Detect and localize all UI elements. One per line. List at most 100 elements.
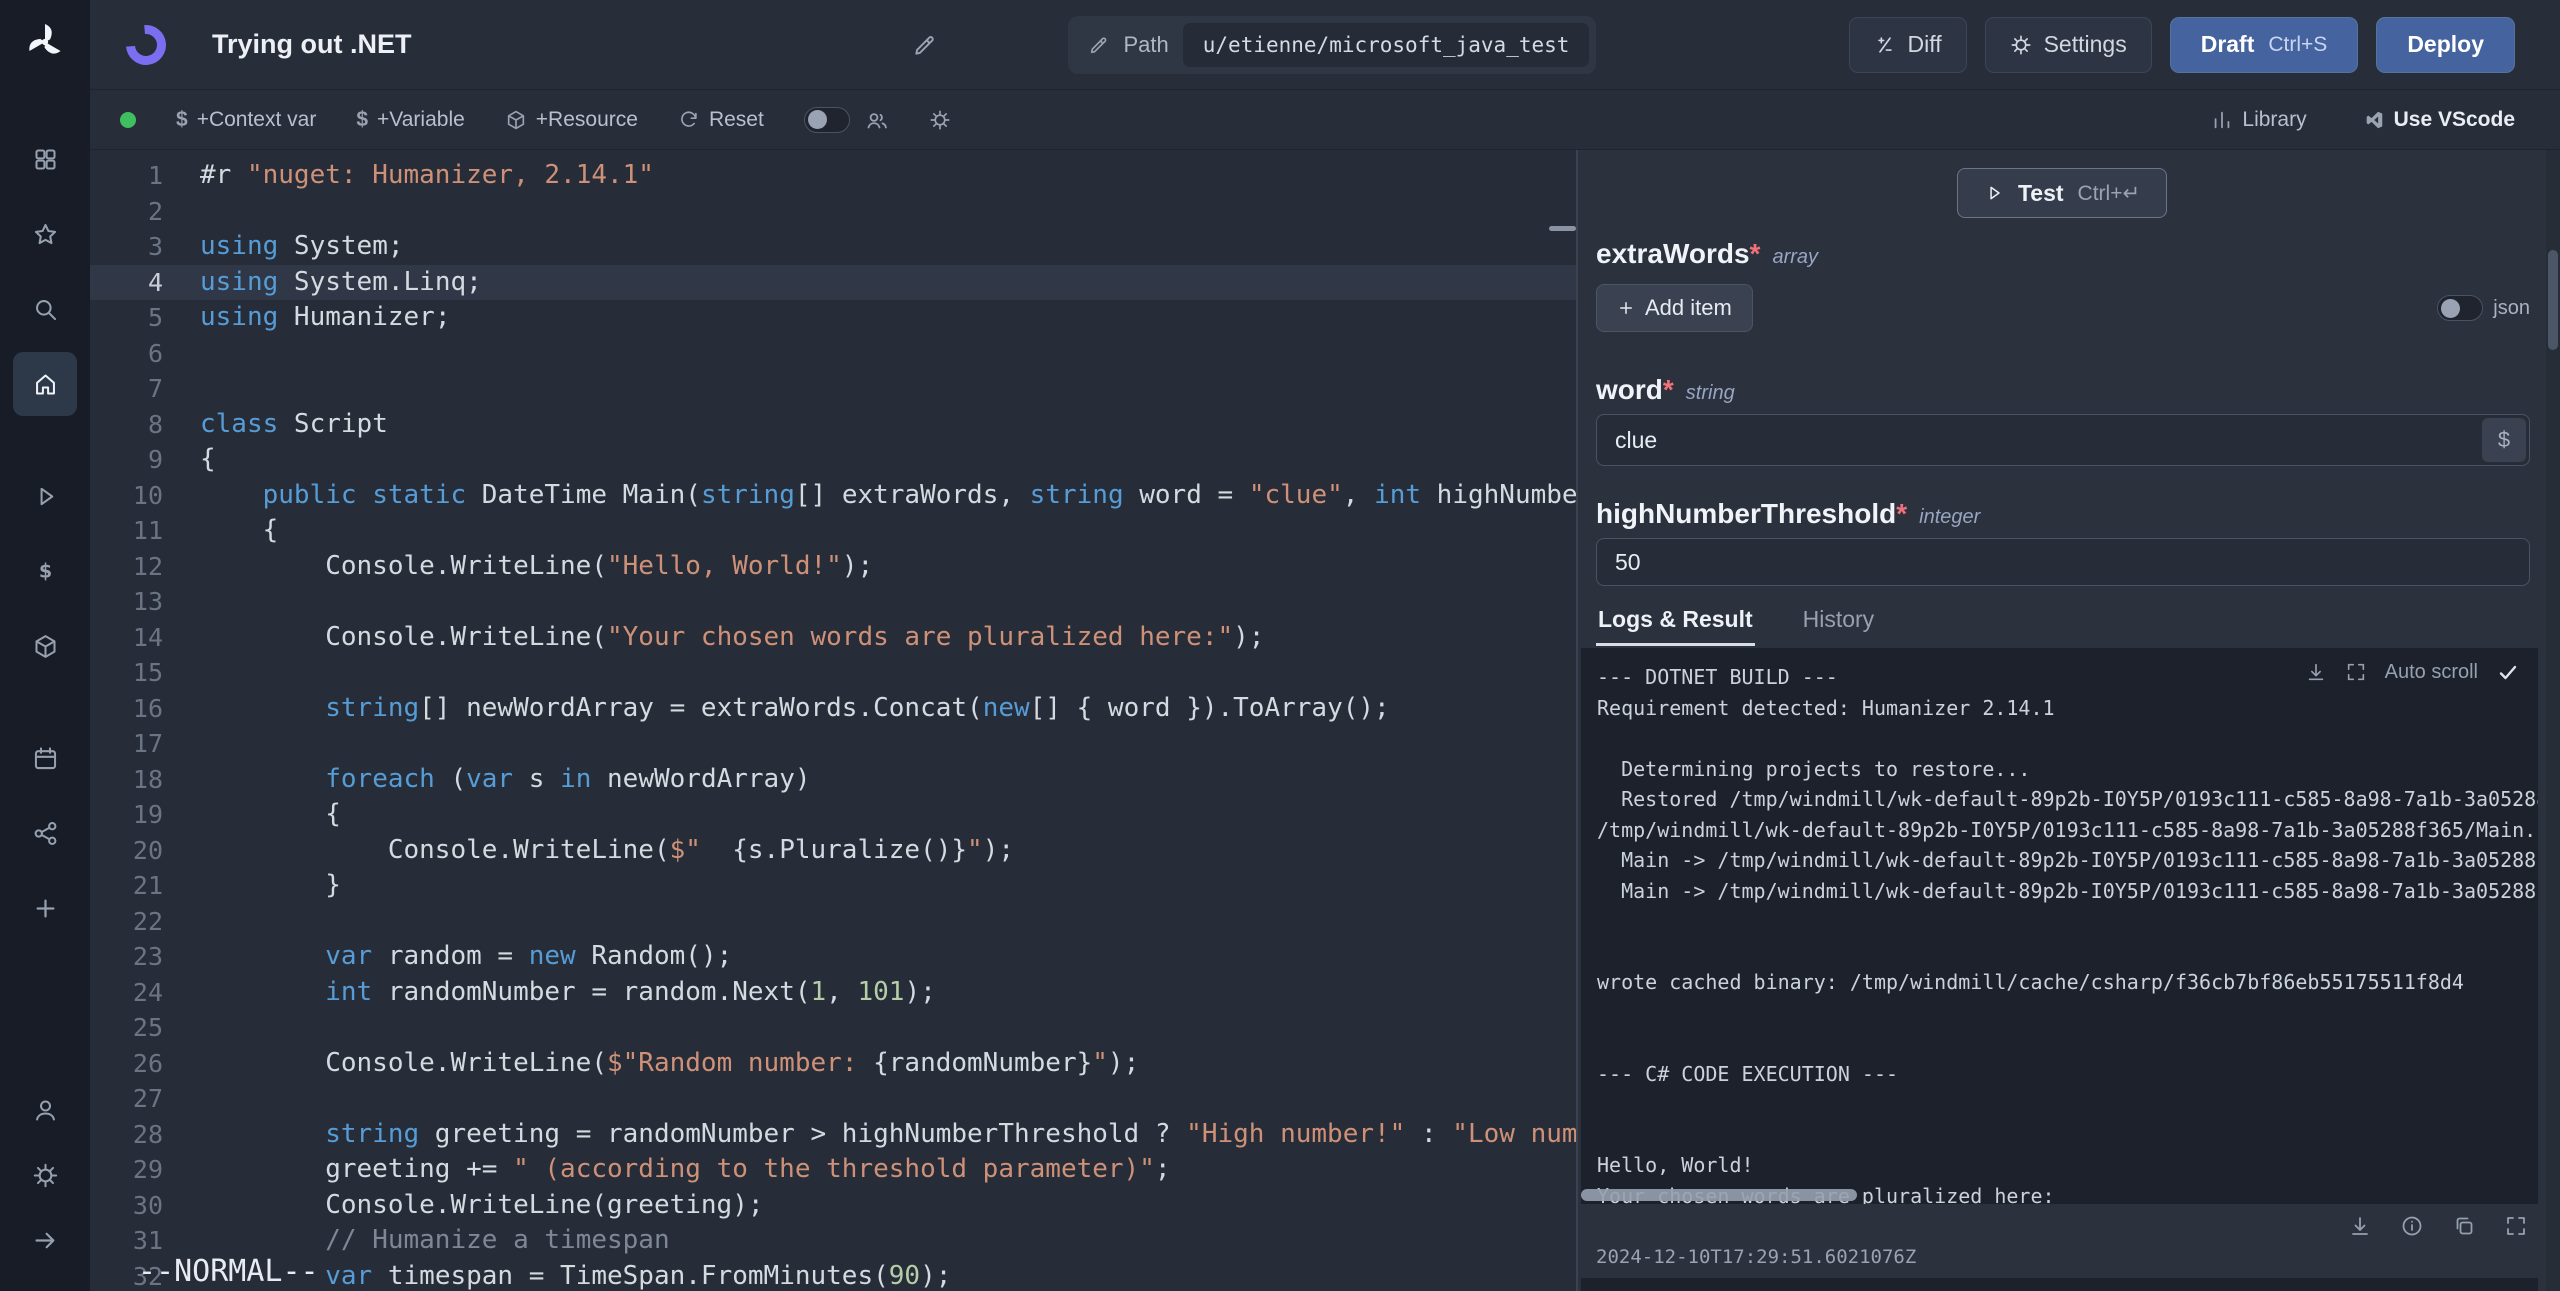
line-number[interactable]: 4	[90, 265, 163, 301]
code-line[interactable]: 10 public static DateTime Main(string[] …	[90, 478, 1576, 514]
code-line[interactable]: 18 foreach (var s in newWordArray)	[90, 762, 1576, 798]
sidebar-item-apps[interactable]	[13, 127, 77, 191]
sidebar-item-schedules[interactable]	[13, 726, 77, 790]
code-line[interactable]: 12 Console.WriteLine("Hello, World!");	[90, 549, 1576, 585]
line-number[interactable]: 24	[90, 975, 163, 1011]
sidebar-item-variables[interactable]	[13, 539, 77, 603]
code-line[interactable]: 6	[90, 336, 1576, 372]
add-context-var-button[interactable]: $ +Context var	[176, 108, 316, 132]
line-number[interactable]: 26	[90, 1046, 163, 1082]
code-line[interactable]: 9{	[90, 442, 1576, 478]
line-number[interactable]: 15	[90, 655, 163, 691]
line-number[interactable]: 12	[90, 549, 163, 585]
code-line[interactable]: 30 Console.WriteLine(greeting);	[90, 1188, 1576, 1224]
sidebar-item-triggers[interactable]	[13, 801, 77, 865]
code-line[interactable]: 5using Humanizer;	[90, 300, 1576, 336]
line-number[interactable]: 14	[90, 620, 163, 656]
toolbar-gear-icon[interactable]	[929, 109, 951, 131]
line-number[interactable]: 7	[90, 371, 163, 407]
line-number[interactable]: 25	[90, 1010, 163, 1046]
line-number[interactable]: 19	[90, 797, 163, 833]
code-line[interactable]: 2	[90, 194, 1576, 230]
line-number[interactable]: 21	[90, 868, 163, 904]
line-number[interactable]: 18	[90, 762, 163, 798]
line-number[interactable]: 29	[90, 1152, 163, 1188]
download-logs-icon[interactable]	[2305, 661, 2327, 683]
expand-result-icon[interactable]	[2504, 1214, 2528, 1238]
panel-resize-handle[interactable]	[1549, 226, 1576, 231]
workspace-logo-icon[interactable]	[118, 16, 174, 72]
json-toggle[interactable]	[2437, 295, 2483, 321]
code-line[interactable]: 7	[90, 371, 1576, 407]
line-number[interactable]: 1	[90, 158, 163, 194]
line-number[interactable]: 8	[90, 407, 163, 443]
sidebar-item-runs[interactable]	[13, 464, 77, 528]
sidebar-item-search[interactable]	[13, 277, 77, 341]
edit-title-button[interactable]	[912, 32, 938, 58]
add-variable-button[interactable]: $ +Variable	[356, 108, 464, 132]
sidebar-item-expand-sidebar[interactable]	[13, 1212, 77, 1268]
download-result-icon[interactable]	[2348, 1214, 2372, 1238]
line-number[interactable]: 11	[90, 513, 163, 549]
reset-button[interactable]: Reset	[678, 108, 764, 132]
code-line[interactable]: 8class Script	[90, 407, 1576, 443]
code-line[interactable]: 15	[90, 655, 1576, 691]
people-icon[interactable]	[865, 108, 889, 132]
code-line[interactable]: 27	[90, 1081, 1576, 1117]
code-editor[interactable]: 1#r "nuget: Humanizer, 2.14.1"23using Sy…	[90, 150, 1576, 1291]
diff-button[interactable]: Diff	[1849, 17, 1967, 73]
line-number[interactable]: 9	[90, 442, 163, 478]
log-horizontal-scrollbar[interactable]	[1581, 1189, 1857, 1201]
tab-history[interactable]: History	[1801, 600, 1877, 646]
code-line[interactable]: 20 Console.WriteLine($" {s.Pluralize()}"…	[90, 833, 1576, 869]
code-line[interactable]: 14 Console.WriteLine("Your chosen words …	[90, 620, 1576, 656]
info-icon[interactable]	[2400, 1214, 2424, 1238]
sidebar-item-more[interactable]	[13, 876, 77, 940]
code-line[interactable]: 23 var random = new Random();	[90, 939, 1576, 975]
code-line[interactable]: 29 greeting += " (according to the thres…	[90, 1152, 1576, 1188]
code-line[interactable]: 19 {	[90, 797, 1576, 833]
sidebar-item-workspace-settings[interactable]	[13, 1147, 77, 1203]
code-line[interactable]: 13	[90, 584, 1576, 620]
sidebar-item-home[interactable]	[13, 352, 77, 416]
use-vscode-button[interactable]: Use VScode	[2363, 108, 2515, 132]
variable-picker-button[interactable]: $	[2482, 418, 2526, 462]
word-input[interactable]	[1596, 414, 2530, 466]
code-line[interactable]: 4using System.Linq;	[90, 265, 1576, 301]
code-line[interactable]: 24 int randomNumber = random.Next(1, 101…	[90, 975, 1576, 1011]
expand-logs-icon[interactable]	[2345, 661, 2367, 683]
library-button[interactable]: Library	[2211, 108, 2306, 132]
code-line[interactable]: 28 string greeting = randomNumber > high…	[90, 1117, 1576, 1153]
tab-logs-result[interactable]: Logs & Result	[1596, 600, 1755, 646]
code-line[interactable]: 1#r "nuget: Humanizer, 2.14.1"	[90, 158, 1576, 194]
auto-scroll-checkbox[interactable]	[2496, 660, 2520, 684]
code-line[interactable]: 17	[90, 726, 1576, 762]
line-number[interactable]: 16	[90, 691, 163, 727]
line-number[interactable]: 5	[90, 300, 163, 336]
add-resource-button[interactable]: +Resource	[505, 108, 638, 132]
sidebar-item-resources[interactable]	[13, 614, 77, 678]
line-number[interactable]: 27	[90, 1081, 163, 1117]
line-number[interactable]: 13	[90, 584, 163, 620]
draft-button[interactable]: Draft Ctrl+S	[2170, 17, 2359, 73]
code-line[interactable]: 3using System;	[90, 229, 1576, 265]
panel-scrollbar[interactable]	[2546, 150, 2560, 1291]
path-value[interactable]: u/etienne/microsoft_java_test	[1183, 23, 1590, 67]
settings-button[interactable]: Settings	[1985, 17, 2152, 73]
deploy-button[interactable]: Deploy	[2376, 17, 2515, 73]
code-line[interactable]: 21 }	[90, 868, 1576, 904]
code-line[interactable]: 11 {	[90, 513, 1576, 549]
code-line[interactable]: 22	[90, 904, 1576, 940]
line-number[interactable]: 6	[90, 336, 163, 372]
line-number[interactable]: 22	[90, 904, 163, 940]
line-number[interactable]: 10	[90, 478, 163, 514]
line-number[interactable]: 30	[90, 1188, 163, 1224]
add-item-button[interactable]: Add item	[1596, 284, 1753, 332]
diff-mode-toggle[interactable]	[804, 107, 850, 133]
sidebar-item-favorites[interactable]	[13, 202, 77, 266]
line-number[interactable]: 20	[90, 833, 163, 869]
panel-scrollbar-thumb[interactable]	[2548, 250, 2558, 350]
line-number[interactable]: 3	[90, 229, 163, 265]
windmill-logo[interactable]	[23, 20, 67, 64]
line-number[interactable]: 23	[90, 939, 163, 975]
